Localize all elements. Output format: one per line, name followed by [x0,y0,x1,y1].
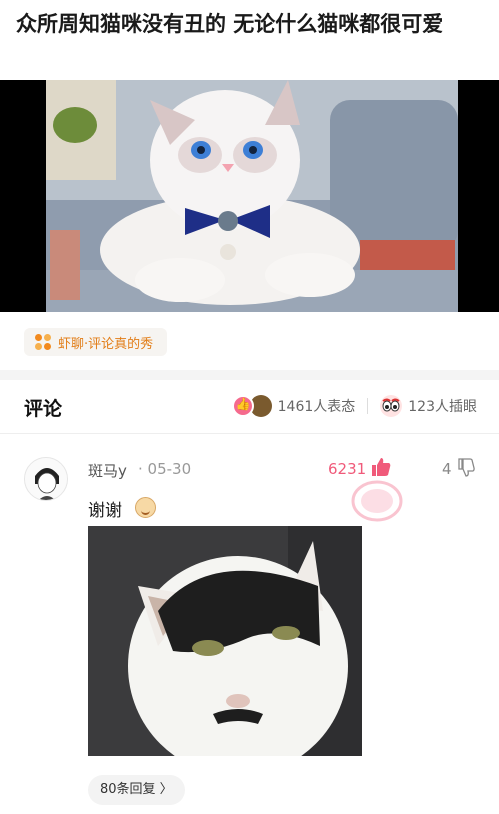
hero-cat-photo[interactable] [0,80,499,312]
post-title: 众所周知猫咪没有丑的 无论什么猫咪都很可爱 [16,12,444,36]
comments-title: 评论 [24,398,63,420]
smile-emoji-icon [135,497,156,518]
reactions-count: 1461人表态 [277,399,356,415]
topic-tag[interactable]: 虾聊·评论真的秀 [24,328,168,356]
comment-text: 谢谢 [88,501,122,521]
eyes-emoji-icon [380,395,403,417]
like-count: 6231 [328,460,367,478]
comment-username[interactable]: 斑马y [88,460,127,481]
divider [367,398,369,414]
topic-tag-label: 虾聊·评论真的秀 [58,336,154,352]
comment-reply-count: 4 [442,460,452,478]
shares-count: 123人插眼 [408,399,477,415]
view-replies-button[interactable]: 80条回复 〉 [88,775,185,805]
comments-header: 评论 1461人表态 123人插眼 [0,380,499,434]
section-divider [0,370,499,380]
comment-cat-photo[interactable] [88,526,362,756]
topic-grid-icon [34,333,52,351]
watermark-stamp-icon [350,478,404,524]
thumb-down-icon[interactable] [457,458,475,478]
like-emoji-icon [231,395,254,417]
comment-date: · 05-30 [138,460,192,478]
reactions-summary[interactable]: 1461人表态 123人插眼 [231,395,477,417]
thumb-up-icon[interactable] [370,456,392,478]
avatar[interactable] [24,457,68,501]
